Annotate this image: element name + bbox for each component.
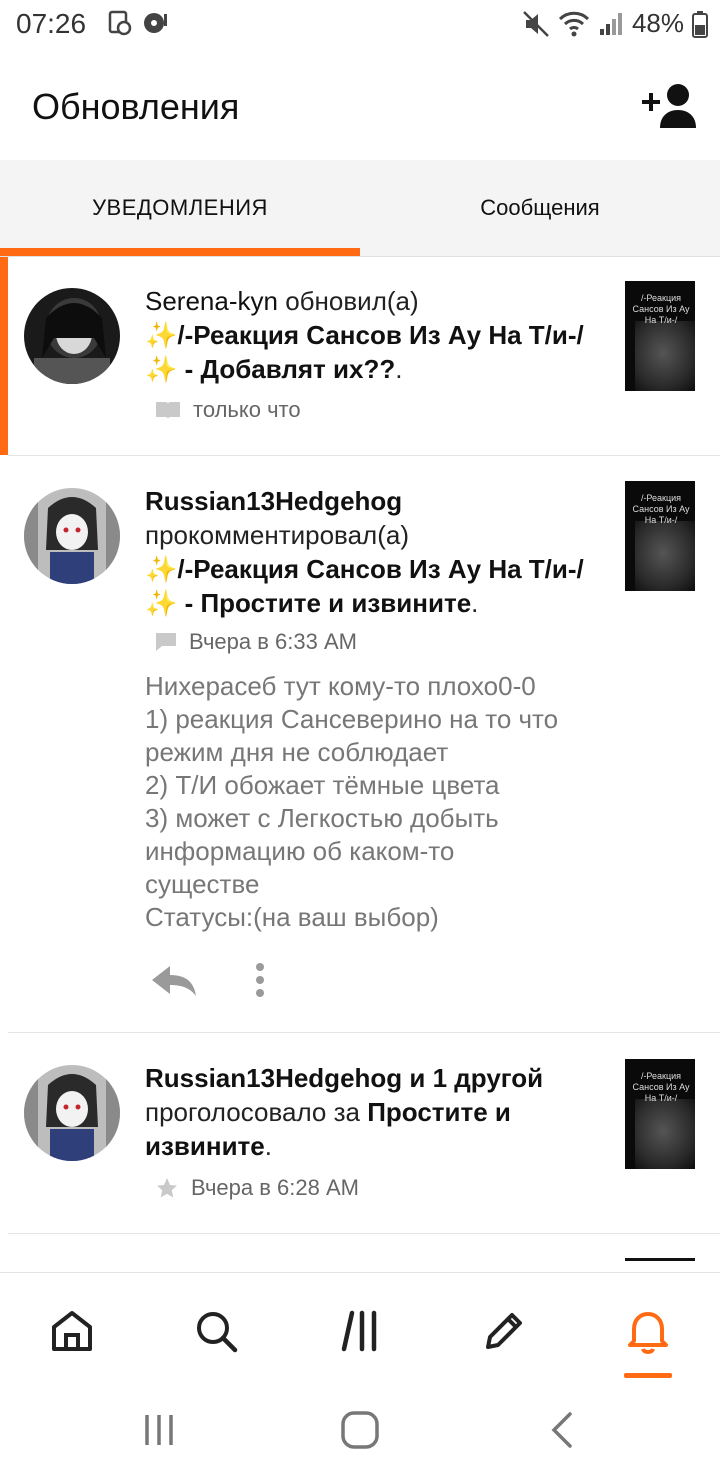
system-navigation <box>0 1384 720 1480</box>
action-text: проголосовало за <box>145 1097 360 1127</box>
period: . <box>395 354 403 384</box>
story-cover[interactable]: /-Реакция Сансов Из Ау На Т/и-/ <box>625 481 695 591</box>
battery-percent: 48% <box>631 8 684 38</box>
notifications-icon <box>628 1312 668 1354</box>
comment-line: информацию об каком-то <box>145 836 455 866</box>
part-title[interactable]: Простите и извините <box>200 588 471 618</box>
notification-item[interactable]: Serena-kyn обновил(а) ✨/-Реакция Сансов … <box>0 257 720 455</box>
add-friend-button[interactable] <box>640 82 698 128</box>
title-separator: - <box>177 354 201 384</box>
app-bar: Обновления <box>0 52 720 160</box>
book-icon <box>156 402 180 419</box>
page-title: Обновления <box>32 86 240 127</box>
comment-icon <box>156 633 176 651</box>
tab-notifications[interactable]: УВЕДОМЛЕНИЯ <box>0 160 360 256</box>
mute-icon <box>523 10 549 37</box>
more-options-icon[interactable] <box>254 962 266 998</box>
signal-icon <box>599 12 622 35</box>
username[interactable]: Russian13Hedgehog <box>145 486 402 516</box>
timestamp: только что <box>193 397 301 422</box>
comment-line: Нихерасеб тут кому-то плохо0-0 <box>145 671 536 701</box>
avatar-image <box>24 288 120 384</box>
cover-title: /-Реакция Сансов Из Ау На Т/и-/ <box>632 293 690 325</box>
timestamp: Вчера в 6:28 AM <box>191 1175 359 1200</box>
divider <box>8 1233 720 1234</box>
status-time: 07:26 <box>16 8 87 39</box>
comment-line: существе <box>145 869 260 899</box>
star-icon <box>157 1178 177 1198</box>
screen-record-icon <box>108 10 132 36</box>
home-system-icon[interactable] <box>340 1410 380 1450</box>
comment-line: режим дня не соблюдает <box>145 737 449 767</box>
username[interactable]: Russian13Hedgehog <box>145 1063 402 1093</box>
notification-item[interactable]: Russian13Hedgehog прокомментировал(а) ✨/… <box>0 456 720 1032</box>
period: . <box>264 1131 272 1161</box>
action-text: обновил(а) <box>285 286 419 316</box>
wifi-icon <box>558 11 590 36</box>
comment-line: 2) Т/И обожает тёмные цвета <box>145 770 500 800</box>
period: . <box>471 588 479 618</box>
back-icon[interactable] <box>548 1410 576 1450</box>
nav-search-button[interactable] <box>192 1307 240 1355</box>
battery-icon <box>692 10 708 38</box>
timestamp: Вчера в 6:33 AM <box>189 629 357 654</box>
recent-apps-icon[interactable] <box>141 1412 177 1448</box>
story-cover-partial <box>625 1258 695 1261</box>
nav-library-button[interactable] <box>336 1307 384 1355</box>
media-icon <box>144 13 167 33</box>
username[interactable]: Serena-kyn <box>145 286 278 316</box>
library-icon <box>341 1310 377 1352</box>
comment-line: 3) может с Легкостью добыть <box>145 803 499 833</box>
nav-home-button[interactable] <box>48 1307 96 1355</box>
comment-text: Нихерасеб тут кому-то плохо0-0 1) реакци… <box>145 670 615 934</box>
unread-indicator <box>0 257 8 455</box>
avatar-image <box>24 1065 120 1161</box>
tab-messages[interactable]: Сообщения <box>360 160 720 256</box>
others-count[interactable]: и 1 другой <box>402 1063 543 1093</box>
app-screen: 07:26 48% Обновления УВЕДОМЛЕНИЯ Сообщен… <box>0 0 720 1480</box>
nav-notifications-button[interactable] <box>624 1307 672 1355</box>
cover-title: /-Реакция Сансов Из Ау На Т/и-/ <box>632 493 690 525</box>
title-separator: - <box>177 588 201 618</box>
person-add-icon <box>642 84 696 128</box>
action-text: прокомментировал(а) <box>145 520 409 550</box>
status-bar: 07:26 48% <box>0 0 720 52</box>
active-nav-indicator <box>624 1373 672 1378</box>
avatar[interactable] <box>24 488 120 584</box>
comment-line: 1) реакция Сансеверино на то что <box>145 704 559 734</box>
part-title[interactable]: Добавлят их?? <box>200 354 395 384</box>
avatar[interactable] <box>24 1065 120 1161</box>
notification-item[interactable]: Russian13Hedgehog и 1 другой проголосова… <box>0 1033 720 1233</box>
reply-icon[interactable] <box>150 962 198 998</box>
avatar-image <box>24 488 120 584</box>
comment-line: Статусы:(на ваш выбор) <box>145 902 439 932</box>
avatar[interactable] <box>24 288 120 384</box>
active-tab-indicator <box>0 248 360 256</box>
nav-write-button[interactable] <box>480 1307 528 1355</box>
cover-title: /-Реакция Сансов Из Ау На Т/и-/ <box>632 1071 690 1103</box>
bottom-navigation <box>0 1272 720 1384</box>
write-icon <box>486 1313 522 1349</box>
story-cover[interactable]: /-Реакция Сансов Из Ау На Т/и-/ <box>625 1059 695 1169</box>
tab-bar: УВЕДОМЛЕНИЯ Сообщения <box>0 160 720 256</box>
home-icon <box>52 1311 92 1351</box>
story-cover[interactable]: /-Реакция Сансов Из Ау На Т/и-/ <box>625 281 695 391</box>
search-icon <box>197 1312 238 1353</box>
